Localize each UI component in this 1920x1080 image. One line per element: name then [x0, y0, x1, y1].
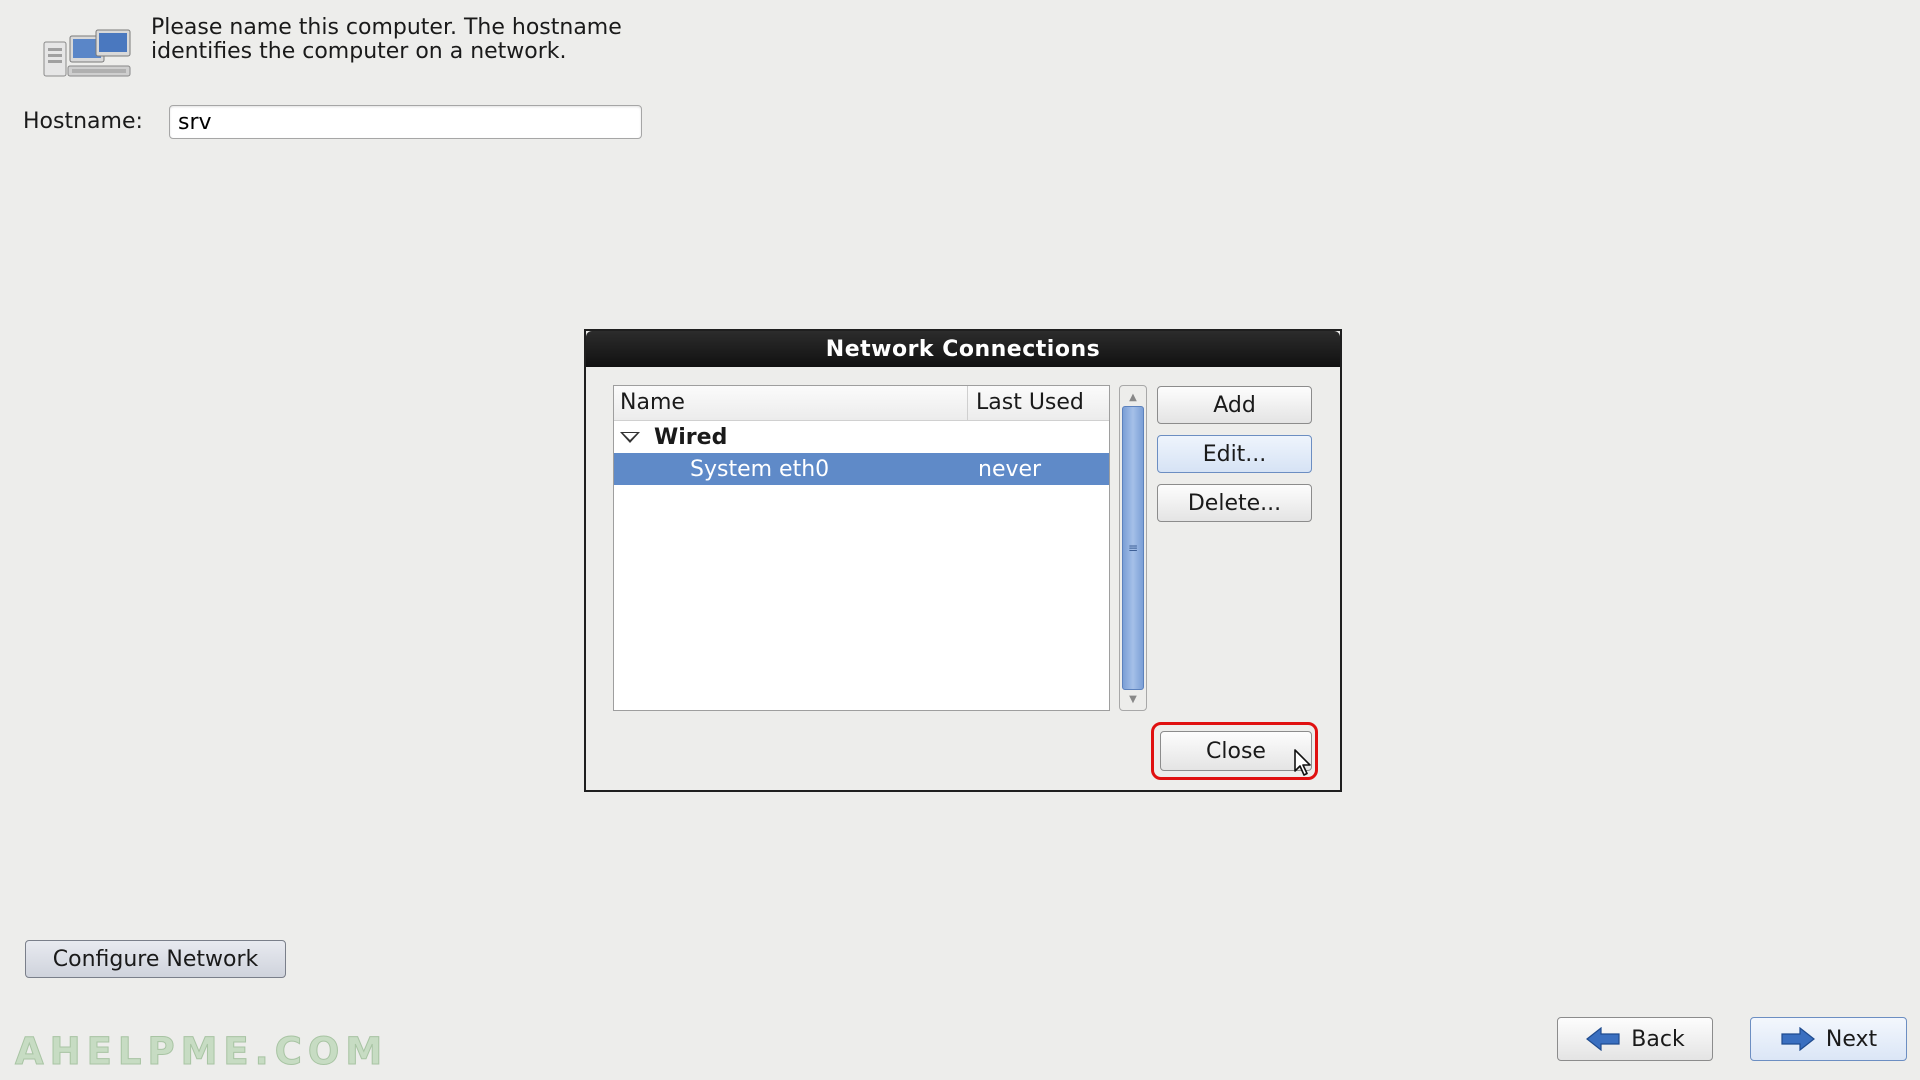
delete-button[interactable]: Delete... [1157, 484, 1312, 522]
column-header-last-used[interactable]: Last Used [968, 386, 1109, 420]
add-button[interactable]: Add [1157, 386, 1312, 424]
close-button[interactable]: Close [1160, 731, 1312, 771]
group-label: Wired [654, 424, 728, 450]
arrow-right-icon [1781, 1027, 1815, 1051]
back-button[interactable]: Back [1557, 1017, 1713, 1061]
hostname-input[interactable] [169, 105, 642, 139]
intro-text: Please name this computer. The hostname … [151, 15, 622, 64]
connections-list[interactable]: Name Last Used Wired System eth0 never [613, 385, 1110, 711]
configure-network-button[interactable]: Configure Network [25, 940, 286, 978]
arrow-left-icon [1586, 1027, 1620, 1051]
connection-name: System eth0 [690, 456, 830, 482]
connection-row[interactable]: System eth0 never [614, 453, 1109, 485]
list-header: Name Last Used [614, 386, 1109, 421]
network-connections-dialog: Network Connections Name Last Used Wired… [584, 329, 1342, 792]
connection-last-used: never [978, 456, 1042, 482]
next-button[interactable]: Next [1750, 1017, 1907, 1061]
next-label: Next [1825, 1026, 1878, 1052]
group-row-wired[interactable]: Wired [614, 421, 1109, 453]
watermark: AHELPME.COM [14, 1030, 389, 1074]
mouse-pointer-icon [1294, 749, 1311, 776]
hostname-label: Hostname: [23, 109, 143, 134]
scroll-thumb[interactable]: ≡ [1122, 406, 1144, 690]
list-scrollbar[interactable]: ▲ ≡ ▼ [1119, 385, 1147, 711]
dialog-title: Network Connections [586, 331, 1340, 367]
computer-network-icon [43, 29, 131, 77]
back-label: Back [1631, 1026, 1685, 1052]
scroll-up-arrow-icon[interactable]: ▲ [1120, 388, 1146, 406]
triangle-down-icon[interactable] [620, 431, 640, 443]
column-header-name[interactable]: Name [614, 386, 968, 420]
scroll-down-arrow-icon[interactable]: ▼ [1120, 690, 1146, 708]
edit-button[interactable]: Edit... [1157, 435, 1312, 473]
